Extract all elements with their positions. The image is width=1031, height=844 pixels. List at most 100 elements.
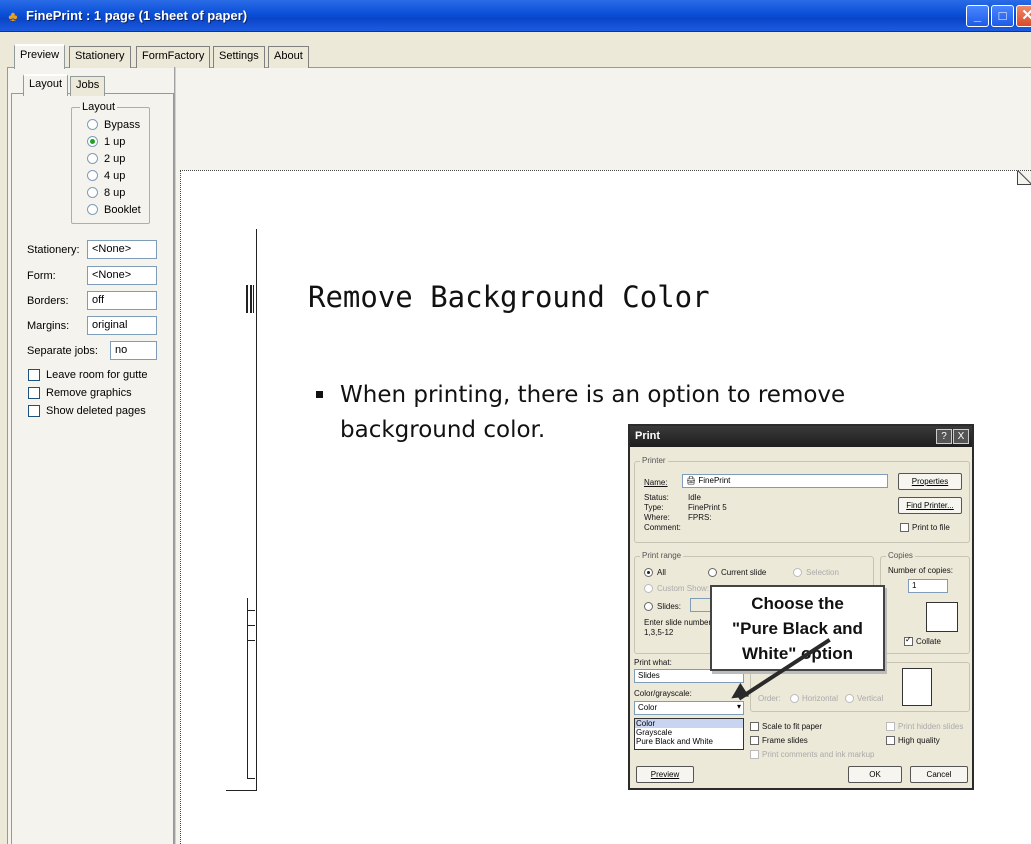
separate-jobs-field[interactable]: no — [110, 341, 157, 360]
pure-black-white-option: Pure Black and White — [636, 737, 713, 746]
selection-radio — [793, 568, 802, 577]
high-quality-checkbox — [886, 736, 895, 745]
radio-icon — [87, 119, 98, 130]
ok-button: OK — [848, 766, 902, 783]
tab-settings[interactable]: Settings — [213, 46, 265, 68]
subtab-layout[interactable]: Layout — [23, 74, 69, 96]
print-what-select: Slides — [634, 669, 744, 683]
radio-4up[interactable]: 4 up — [87, 168, 125, 183]
tab-stationery[interactable]: Stationery — [69, 46, 131, 68]
tab-about[interactable]: About — [268, 46, 309, 68]
radio-bypass[interactable]: Bypass — [87, 117, 140, 132]
where-value: FPRS: — [688, 513, 712, 522]
slide-inner-tick — [247, 610, 255, 611]
margins-field[interactable]: original — [87, 316, 157, 335]
radio-1up[interactable]: 1 up — [87, 134, 125, 149]
grayscale-option: Grayscale — [636, 728, 673, 737]
checkbox-leave-room-gutter[interactable]: Leave room for gutte — [28, 368, 148, 382]
color-option: Color — [635, 719, 743, 728]
form-field[interactable]: <None> — [87, 266, 157, 285]
all-radio — [644, 568, 653, 577]
print-comments-checkbox — [750, 750, 759, 759]
radio-icon — [87, 204, 98, 215]
collate-pages-icon — [926, 602, 958, 632]
close-icon: X — [953, 429, 969, 444]
print-hidden-checkbox — [886, 722, 895, 731]
subtab-jobs[interactable]: Jobs — [70, 76, 106, 96]
printer-icon: 🖨 — [686, 476, 699, 485]
window-title: FinePrint : 1 page (1 sheet of paper) — [26, 8, 248, 23]
borders-field[interactable]: off — [87, 291, 157, 310]
borders-label: Borders: — [27, 295, 69, 307]
radio-booklet[interactable]: Booklet — [87, 202, 141, 217]
margins-label: Margins: — [27, 320, 70, 332]
scale-to-fit-checkbox — [750, 722, 759, 731]
vertical-radio — [845, 694, 854, 703]
checkbox-show-deleted-pages[interactable]: Show deleted pages — [28, 404, 146, 418]
help-icon: ? — [936, 429, 952, 444]
high-quality-label: High quality — [898, 736, 940, 745]
printer-group-label: Printer — [640, 456, 668, 465]
all-label: All — [657, 568, 666, 577]
checkbox-icon — [28, 405, 40, 417]
collate-checkbox — [904, 635, 913, 646]
status-label: Status: — [644, 493, 669, 502]
properties-button: Properties — [898, 473, 962, 490]
vertical-label: Vertical — [857, 694, 884, 703]
preview-button: Preview — [636, 766, 694, 783]
radio-icon — [87, 153, 98, 164]
print-hidden-label: Print hidden slides — [898, 722, 964, 731]
slide-title-bar-marker — [246, 285, 248, 313]
checkbox-remove-graphics[interactable]: Remove graphics — [28, 386, 132, 400]
callout-line: "Pure Black and — [732, 619, 863, 638]
slide-bottom-edge — [226, 790, 257, 791]
current-slide-radio — [708, 568, 717, 577]
stationery-field[interactable]: <None> — [87, 240, 157, 259]
scale-to-fit-label: Scale to fit paper — [762, 722, 823, 731]
slide-inner-tick — [247, 625, 255, 626]
slide-inner-tick — [247, 778, 255, 779]
layout-group-title: Layout — [80, 101, 118, 113]
comment-label: Comment: — [644, 523, 681, 532]
separate-jobs-label: Separate jobs: — [27, 345, 98, 357]
number-of-copies-label: Number of copies: — [888, 566, 953, 575]
custom-show-radio — [644, 584, 653, 593]
title-bar: ♣ FinePrint : 1 page (1 sheet of paper) … — [0, 0, 1031, 32]
color-grayscale-label: Color/grayscale: — [634, 689, 692, 698]
minimize-button[interactable]: _ — [966, 5, 989, 27]
print-comments-label: Print comments and ink markup — [762, 750, 875, 759]
slide-title: Remove Background Color — [308, 280, 710, 314]
slides-radio — [644, 602, 653, 611]
checkbox-icon — [28, 387, 40, 399]
print-to-file-label: Print to file — [912, 523, 950, 532]
color-dropdown-list: Color Grayscale Pure Black and White — [634, 718, 744, 750]
print-to-file-checkbox — [900, 523, 909, 532]
bullet-icon — [316, 391, 323, 398]
maximize-button[interactable]: □ — [991, 5, 1014, 27]
copies-input: 1 — [908, 579, 948, 593]
stationery-label: Stationery: — [27, 244, 80, 256]
horizontal-radio — [790, 694, 799, 703]
type-value: FinePrint 5 — [688, 503, 727, 512]
radio-8up[interactable]: 8 up — [87, 185, 125, 200]
radio-2up[interactable]: 2 up — [87, 151, 125, 166]
splitter[interactable] — [174, 67, 176, 844]
horizontal-label: Horizontal — [802, 694, 839, 703]
page-corner-fold — [1017, 171, 1031, 185]
slide-left-edge — [256, 229, 257, 791]
enter-slide-text: Enter slide number — [644, 618, 712, 627]
color-select: Color ▾ — [634, 701, 744, 715]
callout-line: Choose the — [751, 594, 844, 613]
handout-layout-icon — [902, 668, 932, 706]
slide-title-bar-marker — [253, 285, 254, 313]
slide-inner-tick — [247, 640, 255, 641]
order-label: Order: — [758, 694, 781, 703]
printer-name-select: 🖨 FinePrint — [682, 474, 888, 488]
tab-formfactory[interactable]: FormFactory — [136, 46, 211, 68]
tab-preview[interactable]: Preview — [14, 44, 66, 69]
fineprint-icon: ♣ — [8, 8, 18, 24]
collate-label: Collate — [916, 637, 941, 646]
copies-label: Copies — [886, 551, 915, 560]
close-button[interactable]: ✕ — [1016, 5, 1031, 27]
type-label: Type: — [644, 503, 664, 512]
